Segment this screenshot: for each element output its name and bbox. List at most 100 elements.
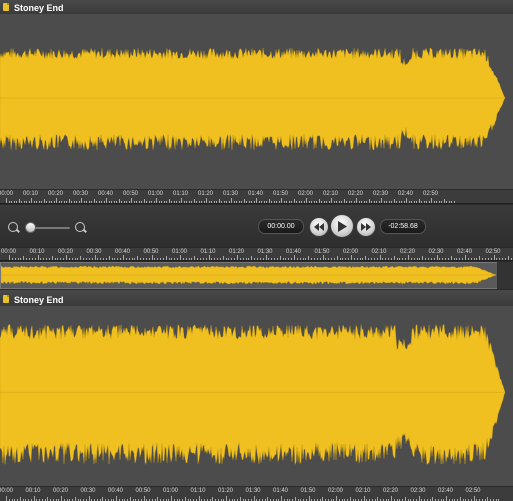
ruler-tick (256, 198, 257, 203)
ruler-tick (213, 201, 215, 203)
ruler-tick (151, 201, 152, 203)
ruler-tick (126, 201, 127, 203)
ruler-tick (338, 201, 340, 203)
ruler-tick (23, 256, 25, 260)
ruler-tick (376, 258, 378, 260)
ruler-tick (228, 201, 230, 203)
fast-forward-button[interactable] (356, 217, 376, 237)
ruler-tick (116, 496, 117, 501)
ruler-tick (78, 201, 80, 203)
overview-scroll-area[interactable] (497, 262, 513, 289)
ruler-tick (243, 199, 245, 203)
ruler-tick (238, 201, 240, 203)
ruler-tick (221, 201, 222, 203)
ruler-tick-label: 00:30 (73, 191, 89, 197)
top-waveform-view[interactable] (0, 14, 513, 189)
overview-time-ruler[interactable]: 00:00 00:10 00:20 00:30 00:40 00:50 01:00 01:10… (0, 247, 513, 261)
ruler-tick (248, 258, 250, 260)
zoom-out-icon[interactable] (8, 222, 18, 232)
ruler-tick (416, 258, 418, 260)
ruler-tick (103, 201, 105, 203)
ruler-tick (205, 258, 207, 260)
overview-waveform[interactable] (0, 263, 498, 288)
ruler-tick (163, 201, 165, 203)
ruler-tick (80, 256, 82, 260)
top-time-ruler[interactable]: 00:00 00:10 00:20 00:30 00:40 00:50 01:00 01:10… (0, 189, 513, 204)
ruler-tick (388, 258, 390, 260)
ruler-tick (305, 258, 307, 260)
ruler-tick (390, 258, 392, 260)
ruler-tick (191, 258, 193, 260)
ruler-tick (194, 256, 196, 260)
bottom-waveform[interactable] (0, 306, 513, 486)
ruler-tick (282, 258, 284, 260)
ruler-tick (313, 258, 315, 260)
ruler-tick (198, 496, 200, 501)
ruler-tick (61, 496, 62, 501)
ruler-tick (100, 258, 102, 260)
ruler-tick (418, 199, 420, 203)
ruler-tick-label: 02:50 (423, 191, 439, 197)
ruler-tick (74, 258, 76, 260)
zoom-slider-knob[interactable] (25, 222, 36, 233)
top-track-title: Stoney End (14, 3, 64, 13)
ruler-tick (476, 258, 478, 260)
bottom-waveform-view[interactable] (0, 306, 513, 486)
ruler-tick (245, 258, 247, 260)
ruler-tick (391, 201, 392, 203)
ruler-tick (177, 258, 179, 260)
ruler-tick (137, 256, 139, 260)
ruler-tick (356, 258, 358, 260)
ruler-tick (294, 497, 296, 501)
ruler-tick-label: 02:30 (373, 191, 389, 197)
ruler-tick (362, 258, 364, 260)
ruler-tick (184, 497, 186, 501)
ruler-tick (433, 201, 435, 203)
zoom-in-icon[interactable] (75, 222, 85, 232)
ruler-tick (171, 201, 172, 203)
ruler-tick (178, 201, 180, 203)
ruler-tick (432, 497, 434, 501)
ruler-tick (143, 496, 145, 501)
ruler-tick (502, 258, 504, 260)
ruler-tick (385, 258, 387, 260)
ruler-tick (378, 201, 380, 203)
ruler-tick (408, 255, 409, 260)
ruler-tick (353, 201, 355, 203)
overview-waveform-view[interactable] (0, 262, 499, 289)
ruler-tick (496, 258, 498, 260)
current-time-display: 00:00.00 (258, 219, 304, 234)
ruler-tick (102, 497, 104, 501)
ruler-tick-label: 01:20 (218, 488, 234, 494)
ruler-tick (134, 258, 136, 260)
ruler-tick (296, 258, 298, 260)
ruler-tick (63, 258, 65, 260)
bottom-time-ruler[interactable]: 00:00 00:10 00:20 00:30 00:40 00:50 01:00 01:10… (0, 486, 513, 501)
ruler-tick (143, 199, 145, 203)
ruler-tick (410, 258, 412, 260)
play-button[interactable] (330, 214, 354, 238)
ruler-tick-label: 00:40 (108, 488, 124, 494)
ruler-tick (26, 258, 28, 260)
ruler-tick (487, 497, 489, 501)
ruler-tick (306, 198, 307, 203)
ruler-tick-label: 02:00 (328, 488, 344, 494)
ruler-tick (47, 497, 49, 501)
ruler-tick (117, 258, 119, 260)
ruler-tick (131, 258, 133, 260)
ruler-tick (18, 199, 20, 203)
ruler-tick-label: 02:20 (383, 488, 399, 494)
ruler-tick (93, 199, 95, 203)
ruler-tick (68, 258, 70, 260)
ruler-tick (341, 201, 342, 203)
ruler-tick (441, 201, 442, 203)
ruler-tick (371, 201, 372, 203)
ruler-tick (145, 258, 147, 260)
ruler-tick (336, 201, 337, 203)
ruler-tick (321, 201, 322, 203)
ruler-tick-label: 02:40 (438, 488, 454, 494)
ruler-tick (23, 201, 25, 203)
ruler-tick (33, 201, 35, 203)
rewind-button[interactable] (309, 217, 329, 237)
top-waveform[interactable] (0, 14, 513, 189)
